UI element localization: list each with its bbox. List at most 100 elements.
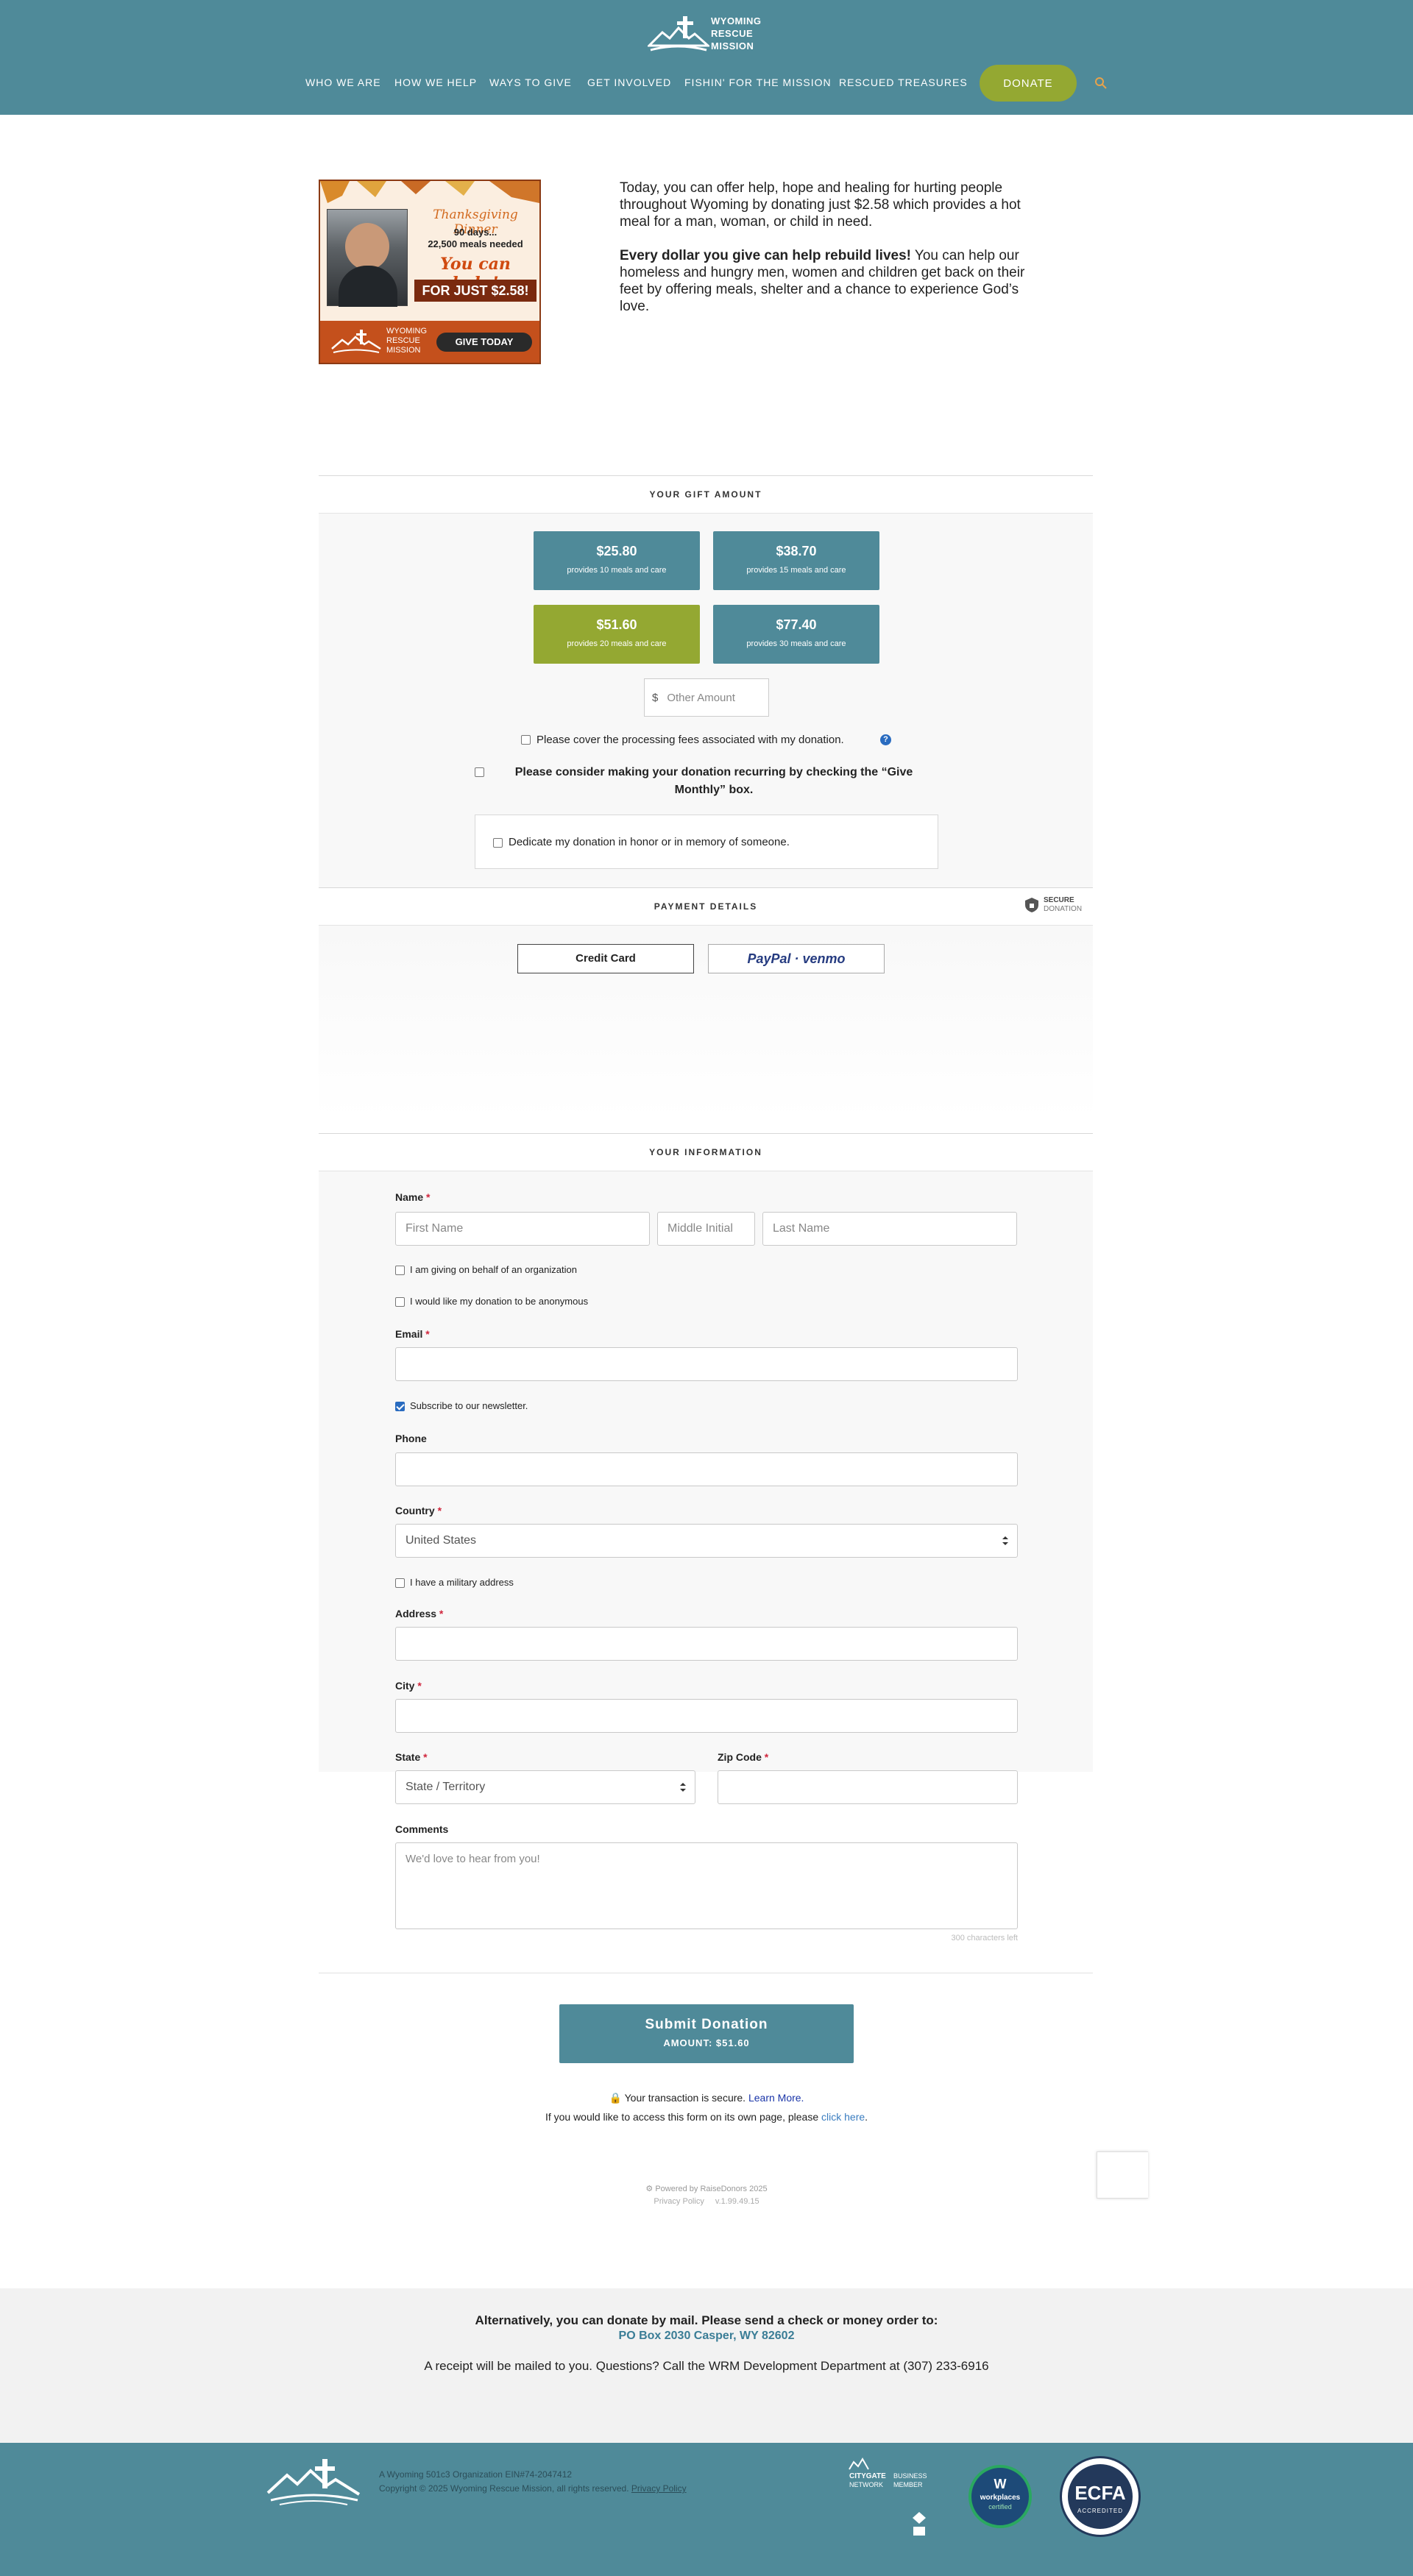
country-select[interactable]: United States — [395, 1524, 1018, 1558]
thanksgiving-promo-banner[interactable]: Thanksgiving Dinner 90 days... 22,500 me… — [319, 180, 541, 364]
cover-fees-label: Please cover the processing fees associa… — [536, 734, 844, 746]
promo-logo-line-3: MISSION — [386, 346, 421, 355]
workplaces-certified-badge[interactable]: W workplaces certified — [968, 2465, 1032, 2528]
amount-value: $38.70 — [776, 544, 817, 558]
military-address-checkbox[interactable] — [395, 1578, 405, 1588]
required-mark: * — [417, 1680, 422, 1692]
nav-how-we-help[interactable]: HOW WE HELP — [394, 77, 477, 88]
shield-icon — [1025, 898, 1038, 912]
phone-input[interactable] — [395, 1452, 1018, 1486]
comments-textarea[interactable]: We'd love to hear from you! — [395, 1842, 1018, 1929]
paypal-logo: PayPal · venmo — [747, 951, 846, 966]
learn-more-link[interactable]: Learn More. — [748, 2092, 804, 2104]
payment-section-bg — [319, 926, 1093, 1118]
promo-top: Thanksgiving Dinner 90 days... 22,500 me… — [320, 181, 539, 321]
recurring-label: Please consider making your donation rec… — [514, 766, 913, 796]
first-name-input[interactable]: First Name — [395, 1212, 650, 1246]
standalone-text: If you would like to access this form on… — [545, 2111, 819, 2123]
certified-text: certified — [988, 2503, 1012, 2511]
give-monthly-checkbox[interactable] — [475, 767, 484, 777]
give-today-button[interactable]: GIVE TODAY — [436, 333, 532, 352]
required-mark: * — [439, 1608, 444, 1619]
address-label-text: Address — [395, 1608, 437, 1619]
country-label: Country * — [395, 1505, 442, 1516]
mountain-cross-icon — [646, 16, 711, 52]
ecfa-accredited-badge[interactable]: ECFA ACCREDITED — [1060, 2456, 1141, 2537]
country-label-text: Country — [395, 1505, 435, 1516]
email-label: Email * — [395, 1328, 430, 1340]
bbb-icon[interactable] — [911, 2511, 927, 2537]
zip-label: Zip Code * — [718, 1751, 768, 1763]
state-select[interactable]: State / Territory — [395, 1770, 695, 1804]
lock-icon: 🔒 — [609, 2092, 622, 2104]
mail-donation-section: Alternatively, you can donate by mail. P… — [0, 2288, 1413, 2443]
nav-rescued-treasures[interactable]: RESCUED TREASURES — [839, 77, 968, 88]
comments-label: Comments — [395, 1823, 449, 1835]
intro-paragraph-1: Today, you can offer help, hope and heal… — [620, 180, 1021, 230]
middle-initial-input[interactable]: Middle Initial — [657, 1212, 755, 1246]
nav-get-involved[interactable]: GET INVOLVED — [587, 77, 671, 88]
submit-label: Submit Donation — [645, 2017, 768, 2032]
amount-desc: provides 20 meals and care — [567, 639, 667, 648]
mail-address: PO Box 2030 Casper, WY 82602 — [618, 2330, 795, 2342]
donation-text: DONATION — [1044, 905, 1083, 913]
city-input[interactable] — [395, 1699, 1018, 1733]
required-mark: * — [426, 1191, 431, 1203]
amount-option-38-70[interactable]: $38.70 provides 15 meals and care — [713, 531, 879, 590]
accredited-text: ACCREDITED — [1077, 2508, 1123, 2514]
promo-price: FOR JUST $2.58! — [414, 280, 536, 302]
gift-amount-heading: YOUR GIFT AMOUNT — [319, 475, 1093, 514]
help-icon[interactable]: ? — [880, 734, 891, 745]
mail-receipt: A receipt will be mailed to you. Questio… — [424, 2359, 989, 2373]
person-head — [345, 223, 389, 270]
click-here-link[interactable]: click here — [821, 2111, 865, 2123]
site-logo[interactable]: WYOMING RESCUE MISSION — [646, 13, 765, 56]
cover-fees-checkbox[interactable] — [521, 735, 531, 745]
intro-bold: Every dollar you give can help rebuild l… — [620, 248, 911, 263]
newsletter-label: Subscribe to our newsletter. — [410, 1400, 528, 1411]
zip-input[interactable] — [718, 1770, 1018, 1804]
privacy-version: Privacy Policy v.1.99.49.15 — [0, 2197, 1413, 2206]
donate-button[interactable]: DONATE — [980, 65, 1077, 102]
required-mark: * — [764, 1751, 769, 1763]
submit-donation-button[interactable]: Submit Donation AMOUNT: $51.60 — [559, 2004, 854, 2063]
dedicate-checkbox[interactable] — [493, 838, 503, 848]
anonymous-label: I would like my donation to be anonymous — [410, 1296, 589, 1307]
amount-option-77-40[interactable]: $77.40 provides 30 meals and care — [713, 605, 879, 664]
newsletter-checkbox[interactable] — [395, 1402, 405, 1411]
citygate-badge[interactable]: CITYGATE NETWORK BUSINESS MEMBER — [848, 2458, 930, 2497]
nav-who-we-are[interactable]: WHO WE ARE — [305, 77, 381, 88]
other-amount-placeholder: Other Amount — [667, 691, 735, 704]
required-mark: * — [423, 1751, 428, 1763]
tab-paypal-venmo[interactable]: PayPal · venmo — [708, 944, 885, 973]
mail-title: Alternatively, you can donate by mail. P… — [475, 2313, 938, 2327]
workplaces-text: workplaces — [980, 2494, 1021, 2502]
privacy-link[interactable]: Privacy Policy — [654, 2197, 704, 2206]
secure-donation-badge: SECURE DONATION — [1023, 895, 1091, 915]
select-arrows-icon — [680, 1783, 686, 1792]
nav-fishin-for-the-mission[interactable]: FISHIN' FOR THE MISSION — [684, 77, 832, 88]
footer-privacy-link[interactable]: Privacy Policy — [631, 2483, 687, 2494]
footer-logo-icon[interactable] — [265, 2458, 362, 2509]
amount-desc: provides 10 meals and care — [567, 566, 667, 575]
promo-logo-line-2: RESCUE — [386, 336, 420, 345]
promo-photo — [327, 209, 408, 307]
state-label-text: State — [395, 1751, 421, 1763]
powered-text[interactable]: Powered by RaiseDonors 2025 — [655, 2185, 767, 2193]
citygate-member: MEMBER — [893, 2481, 923, 2488]
phone-label: Phone — [395, 1433, 427, 1444]
tab-credit-card[interactable]: Credit Card — [517, 944, 694, 973]
other-amount-input[interactable]: $ Other Amount — [644, 678, 769, 717]
amount-value: $51.60 — [596, 617, 637, 632]
citygate-name: CITYGATE — [849, 2472, 886, 2480]
address-input[interactable] — [395, 1627, 1018, 1661]
search-icon[interactable] — [1094, 77, 1108, 90]
anonymous-checkbox[interactable] — [395, 1297, 405, 1307]
email-input[interactable] — [395, 1347, 1018, 1381]
nav-ways-to-give[interactable]: WAYS TO GIVE — [489, 77, 572, 88]
organization-checkbox[interactable] — [395, 1266, 405, 1275]
site-footer: A Wyoming 501c3 Organization EIN#74-2047… — [0, 2443, 1413, 2576]
amount-option-25-80[interactable]: $25.80 provides 10 meals and care — [534, 531, 700, 590]
last-name-input[interactable]: Last Name — [762, 1212, 1017, 1246]
amount-option-51-60[interactable]: $51.60 provides 20 meals and care — [534, 605, 700, 664]
